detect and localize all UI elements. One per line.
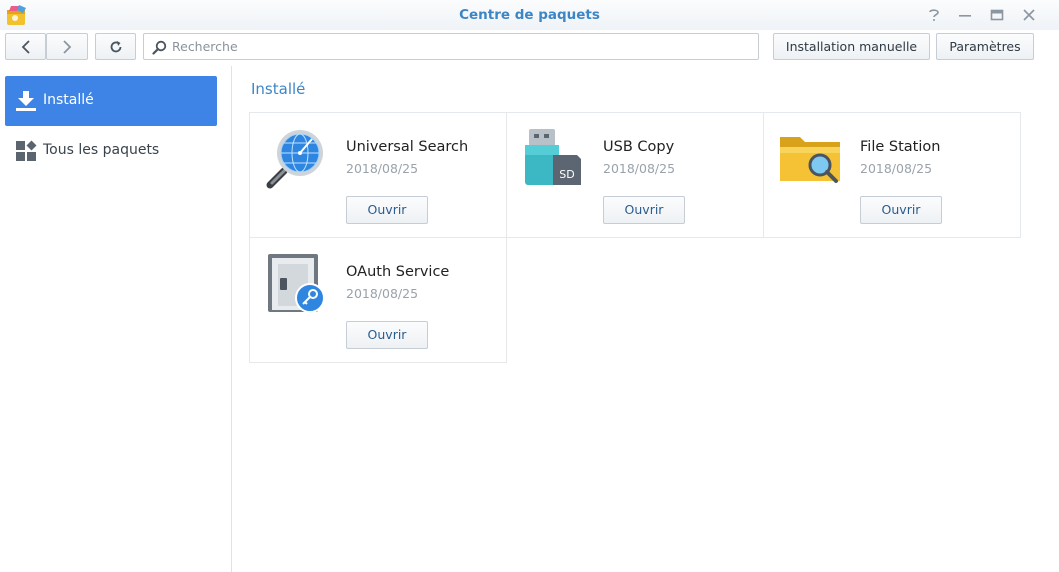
package-tile: Universal Search 2018/08/25 Ouvrir	[249, 112, 507, 238]
maximize-icon[interactable]	[987, 6, 1007, 24]
window-title: Centre de paquets	[459, 7, 600, 23]
sidebar-item-all-packages[interactable]: Tous les paquets	[5, 126, 217, 176]
title-bar: Centre de paquets	[0, 0, 1059, 30]
package-date: 2018/08/25	[860, 161, 933, 176]
open-button[interactable]: Ouvrir	[346, 321, 428, 349]
refresh-button[interactable]	[95, 33, 136, 60]
forward-button[interactable]	[46, 33, 88, 60]
package-name: Universal Search	[346, 139, 469, 155]
package-date: 2018/08/25	[603, 161, 676, 176]
open-button[interactable]: Ouvrir	[860, 196, 942, 224]
main-content: Installé Universal Search 2018/08/25 Ouv…	[233, 66, 1059, 572]
usb-sd-icon: SD	[521, 127, 585, 191]
manual-install-button[interactable]: Installation manuelle	[773, 33, 930, 60]
search-box[interactable]	[143, 33, 759, 60]
grid-icon	[15, 140, 37, 162]
back-button[interactable]	[5, 33, 46, 60]
package-date: 2018/08/25	[346, 286, 419, 301]
open-button[interactable]: Ouvrir	[603, 196, 685, 224]
sidebar: Installé Tous les paquets	[0, 66, 232, 572]
package-name: OAuth Service	[346, 264, 450, 280]
open-button[interactable]: Ouvrir	[346, 196, 428, 224]
package-grid: Universal Search 2018/08/25 Ouvrir SD US…	[249, 112, 1021, 363]
refresh-icon	[110, 40, 121, 52]
chevron-left-icon	[21, 39, 30, 54]
magnifier-globe-icon	[264, 127, 328, 191]
search-icon	[152, 40, 167, 55]
sidebar-item-label: Installé	[43, 92, 94, 108]
toolbar: Installation manuelle Paramètres	[0, 30, 1059, 66]
package-date: 2018/08/25	[346, 161, 419, 176]
folder-search-icon	[778, 127, 842, 191]
svg-text:SD: SD	[559, 168, 574, 181]
package-name: File Station	[860, 139, 941, 155]
help-icon[interactable]	[924, 6, 944, 24]
download-icon	[15, 90, 37, 112]
section-title: Installé	[251, 80, 306, 98]
key-door-icon	[264, 252, 328, 316]
search-input[interactable]	[172, 37, 742, 56]
package-tile: File Station 2018/08/25 Ouvrir	[763, 112, 1021, 238]
sidebar-item-installed[interactable]: Installé	[5, 76, 217, 126]
package-tile: SD USB Copy 2018/08/25 Ouvrir	[506, 112, 764, 238]
close-icon[interactable]	[1019, 6, 1039, 24]
minimize-icon[interactable]	[955, 6, 975, 24]
settings-button[interactable]: Paramètres	[936, 33, 1034, 60]
sidebar-item-label: Tous les paquets	[43, 142, 160, 158]
package-tile: OAuth Service 2018/08/25 Ouvrir	[249, 237, 507, 363]
chevron-right-icon	[63, 39, 72, 54]
package-name: USB Copy	[603, 139, 675, 155]
